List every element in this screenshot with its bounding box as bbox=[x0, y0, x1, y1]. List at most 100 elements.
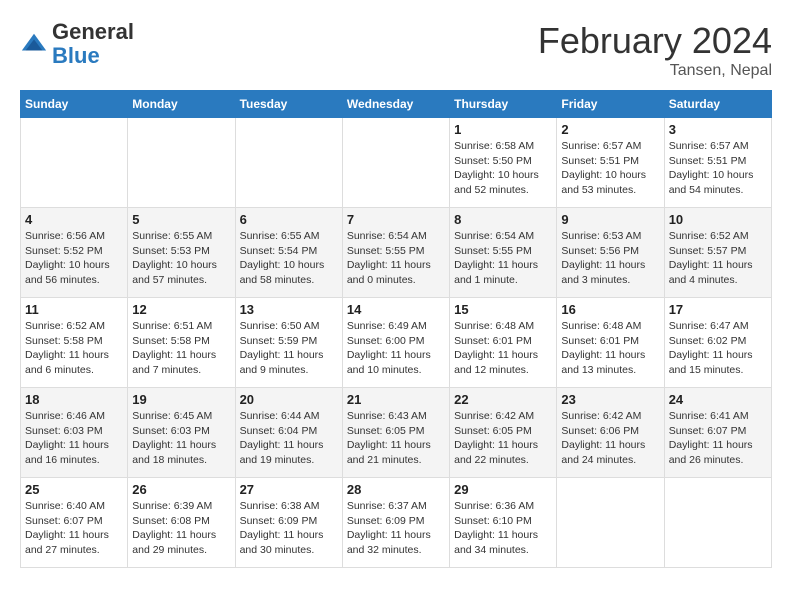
day-number: 27 bbox=[240, 482, 338, 497]
calendar-cell: 4 Sunrise: 6:56 AMSunset: 5:52 PMDaylight… bbox=[21, 208, 128, 298]
calendar-cell: 16 Sunrise: 6:48 AMSunset: 6:01 PMDayligh… bbox=[557, 298, 664, 388]
title-area: February 2024 Tansen, Nepal bbox=[538, 20, 772, 80]
day-info: Sunrise: 6:36 AMSunset: 6:10 PMDaylight:… bbox=[454, 499, 552, 558]
day-info: Sunrise: 6:46 AMSunset: 6:03 PMDaylight:… bbox=[25, 409, 123, 468]
day-number: 26 bbox=[132, 482, 230, 497]
day-number: 10 bbox=[669, 212, 767, 227]
calendar-cell bbox=[128, 118, 235, 208]
day-number: 21 bbox=[347, 392, 445, 407]
day-info: Sunrise: 6:37 AMSunset: 6:09 PMDaylight:… bbox=[347, 499, 445, 558]
day-info: Sunrise: 6:43 AMSunset: 6:05 PMDaylight:… bbox=[347, 409, 445, 468]
day-number: 1 bbox=[454, 122, 552, 137]
day-info: Sunrise: 6:57 AMSunset: 5:51 PMDaylight:… bbox=[561, 139, 659, 198]
calendar-cell: 26Sunrise: 6:39 AMSunset: 6:08 PMDayligh… bbox=[128, 478, 235, 568]
calendar-cell: 2 Sunrise: 6:57 AMSunset: 5:51 PMDaylight… bbox=[557, 118, 664, 208]
day-info: Sunrise: 6:48 AMSunset: 6:01 PMDaylight:… bbox=[561, 319, 659, 378]
calendar-week-row: 4 Sunrise: 6:56 AMSunset: 5:52 PMDaylight… bbox=[21, 208, 772, 298]
calendar-cell: 28 Sunrise: 6:37 AMSunset: 6:09 PMDayligh… bbox=[342, 478, 449, 568]
day-number: 8 bbox=[454, 212, 552, 227]
calendar-cell: 24 Sunrise: 6:41 AMSunset: 6:07 PMDayligh… bbox=[664, 388, 771, 478]
day-number: 18 bbox=[25, 392, 123, 407]
day-number: 16 bbox=[561, 302, 659, 317]
logo: General Blue bbox=[20, 20, 134, 68]
calendar-week-row: 25 Sunrise: 6:40 AMSunset: 6:07 PMDayligh… bbox=[21, 478, 772, 568]
day-number: 23 bbox=[561, 392, 659, 407]
day-number: 4 bbox=[25, 212, 123, 227]
calendar-cell: 14 Sunrise: 6:49 AMSunset: 6:00 PMDayligh… bbox=[342, 298, 449, 388]
day-number: 13 bbox=[240, 302, 338, 317]
weekday-header: Saturday bbox=[664, 91, 771, 118]
day-number: 20 bbox=[240, 392, 338, 407]
day-info: Sunrise: 6:56 AMSunset: 5:52 PMDaylight:… bbox=[25, 229, 123, 288]
calendar-cell: 12 Sunrise: 6:51 AMSunset: 5:58 PMDayligh… bbox=[128, 298, 235, 388]
day-number: 12 bbox=[132, 302, 230, 317]
calendar-table: SundayMondayTuesdayWednesdayThursdayFrid… bbox=[20, 90, 772, 568]
day-info: Sunrise: 6:38 AMSunset: 6:09 PMDaylight:… bbox=[240, 499, 338, 558]
month-title: February 2024 bbox=[538, 20, 772, 62]
day-number: 25 bbox=[25, 482, 123, 497]
day-info: Sunrise: 6:48 AMSunset: 6:01 PMDaylight:… bbox=[454, 319, 552, 378]
calendar-cell: 20 Sunrise: 6:44 AMSunset: 6:04 PMDayligh… bbox=[235, 388, 342, 478]
day-info: Sunrise: 6:57 AMSunset: 5:51 PMDaylight:… bbox=[669, 139, 767, 198]
day-info: Sunrise: 6:42 AMSunset: 6:05 PMDaylight:… bbox=[454, 409, 552, 468]
calendar-cell: 17 Sunrise: 6:47 AMSunset: 6:02 PMDayligh… bbox=[664, 298, 771, 388]
calendar-cell: 22 Sunrise: 6:42 AMSunset: 6:05 PMDayligh… bbox=[450, 388, 557, 478]
day-number: 19 bbox=[132, 392, 230, 407]
calendar-cell: 10 Sunrise: 6:52 AMSunset: 5:57 PMDayligh… bbox=[664, 208, 771, 298]
calendar-cell: 9 Sunrise: 6:53 AMSunset: 5:56 PMDaylight… bbox=[557, 208, 664, 298]
calendar-cell: 23 Sunrise: 6:42 AMSunset: 6:06 PMDayligh… bbox=[557, 388, 664, 478]
calendar-cell: 25 Sunrise: 6:40 AMSunset: 6:07 PMDayligh… bbox=[21, 478, 128, 568]
calendar-cell bbox=[664, 478, 771, 568]
calendar-cell: 6Sunrise: 6:55 AMSunset: 5:54 PMDaylight… bbox=[235, 208, 342, 298]
day-number: 17 bbox=[669, 302, 767, 317]
calendar-cell: 7 Sunrise: 6:54 AMSunset: 5:55 PMDaylight… bbox=[342, 208, 449, 298]
calendar-cell: 15Sunrise: 6:48 AMSunset: 6:01 PMDayligh… bbox=[450, 298, 557, 388]
day-number: 6 bbox=[240, 212, 338, 227]
location: Tansen, Nepal bbox=[538, 62, 772, 80]
day-info: Sunrise: 6:41 AMSunset: 6:07 PMDaylight:… bbox=[669, 409, 767, 468]
calendar-cell: 1Sunrise: 6:58 AMSunset: 5:50 PMDaylight… bbox=[450, 118, 557, 208]
day-number: 22 bbox=[454, 392, 552, 407]
calendar-week-row: 1Sunrise: 6:58 AMSunset: 5:50 PMDaylight… bbox=[21, 118, 772, 208]
day-info: Sunrise: 6:50 AMSunset: 5:59 PMDaylight:… bbox=[240, 319, 338, 378]
weekday-header: Tuesday bbox=[235, 91, 342, 118]
day-info: Sunrise: 6:54 AMSunset: 5:55 PMDaylight:… bbox=[347, 229, 445, 288]
calendar-cell bbox=[557, 478, 664, 568]
logo-blue-text: Blue bbox=[52, 43, 100, 68]
day-number: 11 bbox=[25, 302, 123, 317]
day-info: Sunrise: 6:51 AMSunset: 5:58 PMDaylight:… bbox=[132, 319, 230, 378]
calendar-cell: 11Sunrise: 6:52 AMSunset: 5:58 PMDayligh… bbox=[21, 298, 128, 388]
calendar-cell bbox=[342, 118, 449, 208]
day-info: Sunrise: 6:49 AMSunset: 6:00 PMDaylight:… bbox=[347, 319, 445, 378]
calendar-cell: 27 Sunrise: 6:38 AMSunset: 6:09 PMDayligh… bbox=[235, 478, 342, 568]
calendar-cell: 29 Sunrise: 6:36 AMSunset: 6:10 PMDayligh… bbox=[450, 478, 557, 568]
day-number: 7 bbox=[347, 212, 445, 227]
day-info: Sunrise: 6:40 AMSunset: 6:07 PMDaylight:… bbox=[25, 499, 123, 558]
day-number: 29 bbox=[454, 482, 552, 497]
weekday-header: Sunday bbox=[21, 91, 128, 118]
day-info: Sunrise: 6:47 AMSunset: 6:02 PMDaylight:… bbox=[669, 319, 767, 378]
calendar-cell: 19Sunrise: 6:45 AMSunset: 6:03 PMDayligh… bbox=[128, 388, 235, 478]
logo-general-text: General bbox=[52, 19, 134, 44]
day-info: Sunrise: 6:55 AMSunset: 5:53 PMDaylight:… bbox=[132, 229, 230, 288]
calendar-cell bbox=[21, 118, 128, 208]
day-number: 14 bbox=[347, 302, 445, 317]
calendar-cell: 21 Sunrise: 6:43 AMSunset: 6:05 PMDayligh… bbox=[342, 388, 449, 478]
logo-icon bbox=[20, 30, 48, 58]
calendar-cell: 18 Sunrise: 6:46 AMSunset: 6:03 PMDayligh… bbox=[21, 388, 128, 478]
weekday-header-row: SundayMondayTuesdayWednesdayThursdayFrid… bbox=[21, 91, 772, 118]
day-info: Sunrise: 6:44 AMSunset: 6:04 PMDaylight:… bbox=[240, 409, 338, 468]
calendar-cell: 5Sunrise: 6:55 AMSunset: 5:53 PMDaylight… bbox=[128, 208, 235, 298]
day-number: 9 bbox=[561, 212, 659, 227]
calendar-week-row: 18 Sunrise: 6:46 AMSunset: 6:03 PMDayligh… bbox=[21, 388, 772, 478]
day-number: 28 bbox=[347, 482, 445, 497]
day-number: 24 bbox=[669, 392, 767, 407]
day-number: 3 bbox=[669, 122, 767, 137]
day-info: Sunrise: 6:53 AMSunset: 5:56 PMDaylight:… bbox=[561, 229, 659, 288]
calendar-cell: 13 Sunrise: 6:50 AMSunset: 5:59 PMDayligh… bbox=[235, 298, 342, 388]
weekday-header: Wednesday bbox=[342, 91, 449, 118]
day-info: Sunrise: 6:52 AMSunset: 5:57 PMDaylight:… bbox=[669, 229, 767, 288]
day-number: 2 bbox=[561, 122, 659, 137]
day-info: Sunrise: 6:42 AMSunset: 6:06 PMDaylight:… bbox=[561, 409, 659, 468]
calendar-cell: 3 Sunrise: 6:57 AMSunset: 5:51 PMDaylight… bbox=[664, 118, 771, 208]
